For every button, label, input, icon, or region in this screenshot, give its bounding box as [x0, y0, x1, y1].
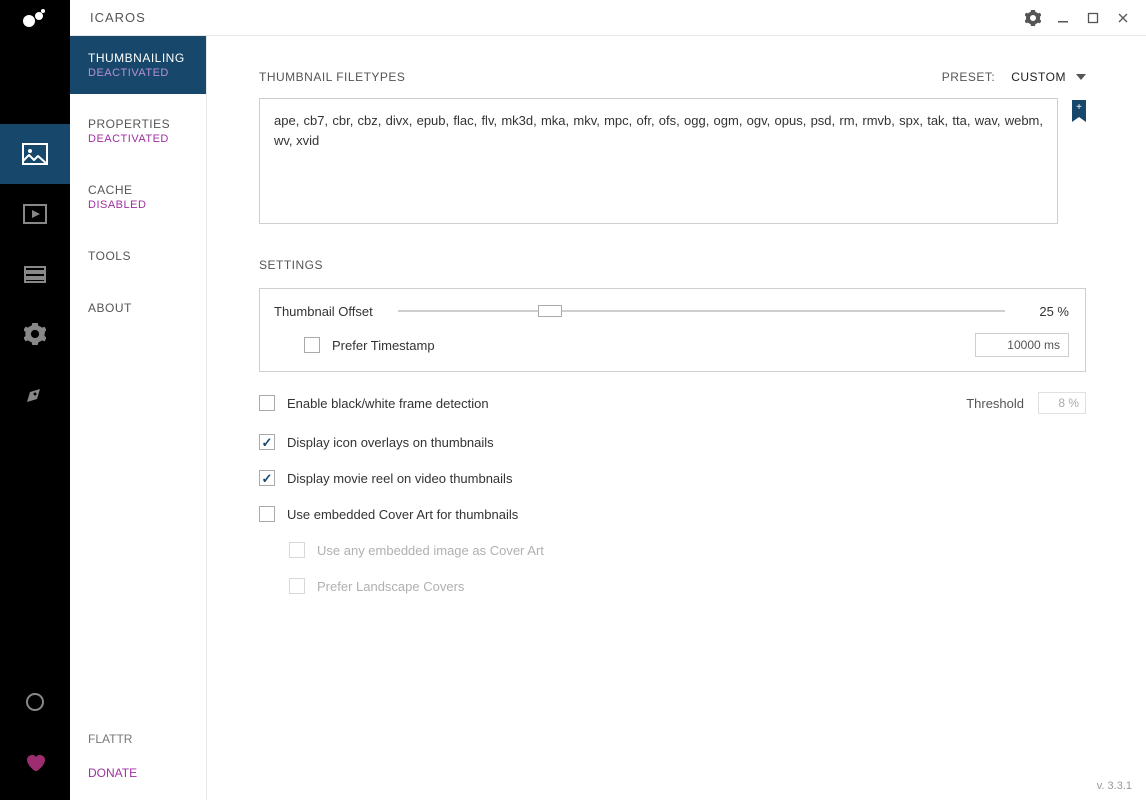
threshold-value: 8 %: [1038, 392, 1086, 414]
version-label: v. 3.3.1: [1097, 780, 1132, 792]
thumbnail-offset-slider[interactable]: [398, 303, 1005, 319]
any-image-label: Use any embedded image as Cover Art: [317, 543, 544, 558]
bw-detect-checkbox[interactable]: [259, 395, 275, 411]
prefer-timestamp-checkbox[interactable]: [304, 337, 320, 353]
any-image-checkbox: [289, 542, 305, 558]
iconbar-flattr-icon[interactable]: [0, 672, 70, 732]
bookmark-add-icon[interactable]: +: [1072, 100, 1086, 131]
sidebar-item-label: THUMBNAILING: [88, 51, 206, 65]
app-logo: [0, 0, 70, 36]
sidebar-item-thumbnailing[interactable]: THUMBNAILING DEACTIVATED: [70, 36, 206, 94]
close-button[interactable]: [1114, 9, 1132, 27]
movie-reel-checkbox[interactable]: [259, 470, 275, 486]
thumbnail-offset-label: Thumbnail Offset: [274, 304, 384, 319]
sidebar-item-tools[interactable]: TOOLS: [70, 241, 206, 271]
sidebar-link-flattr[interactable]: FLATTR: [70, 722, 206, 756]
preset-label: PRESET:: [942, 70, 996, 84]
filetypes-heading: THUMBNAIL FILETYPES: [259, 70, 405, 84]
landscape-checkbox: [289, 578, 305, 594]
landscape-label: Prefer Landscape Covers: [317, 579, 464, 594]
iconbar-cache-icon[interactable]: [0, 244, 70, 304]
threshold-label: Threshold: [966, 396, 1024, 411]
filetypes-textarea[interactable]: ape, cb7, cbr, cbz, divx, epub, flac, fl…: [259, 98, 1058, 224]
settings-heading: SETTINGS: [259, 258, 1086, 272]
iconbar-donate-icon[interactable]: [0, 732, 70, 792]
settings-panel: Thumbnail Offset 25 % Prefer Timestamp: [259, 288, 1086, 372]
sidebar-item-label: ABOUT: [88, 301, 206, 315]
icon-overlays-label: Display icon overlays on thumbnails: [287, 435, 494, 450]
sidebar-item-about[interactable]: ABOUT: [70, 293, 206, 323]
iconbar-thumbnailing-icon[interactable]: [0, 124, 70, 184]
sidebar-link-donate[interactable]: DONATE: [70, 756, 206, 790]
sidebar-item-label: PROPERTIES: [88, 117, 206, 131]
app-title: ICAROS: [70, 10, 146, 25]
maximize-button[interactable]: [1084, 9, 1102, 27]
sidebar-item-status: DISABLED: [88, 199, 206, 211]
cover-art-label: Use embedded Cover Art for thumbnails: [287, 507, 518, 522]
preset-value: CUSTOM: [1011, 70, 1066, 84]
titlebar: ICAROS: [0, 0, 1146, 36]
icon-overlays-checkbox[interactable]: [259, 434, 275, 450]
icon-sidebar: [0, 36, 70, 800]
iconbar-about-icon[interactable]: [0, 364, 70, 424]
settings-gear-icon[interactable]: [1024, 9, 1042, 27]
iconbar-tools-icon[interactable]: [0, 304, 70, 364]
main-content: THUMBNAIL FILETYPES PRESET: CUSTOM ape, …: [207, 36, 1146, 800]
prefer-timestamp-label: Prefer Timestamp: [332, 338, 435, 353]
svg-text:+: +: [1076, 102, 1082, 113]
cover-art-checkbox[interactable]: [259, 506, 275, 522]
chevron-down-icon: [1076, 74, 1086, 80]
movie-reel-label: Display movie reel on video thumbnails: [287, 471, 512, 486]
sidebar: THUMBNAILING DEACTIVATED PROPERTIES DEAC…: [70, 36, 207, 800]
sidebar-item-status: DEACTIVATED: [88, 133, 206, 145]
minimize-button[interactable]: [1054, 9, 1072, 27]
sidebar-item-label: CACHE: [88, 183, 206, 197]
timestamp-input[interactable]: [975, 333, 1069, 357]
sidebar-item-label: TOOLS: [88, 249, 206, 263]
sidebar-item-cache[interactable]: CACHE DISABLED: [70, 175, 206, 219]
preset-dropdown[interactable]: CUSTOM: [1011, 70, 1086, 84]
bw-detect-label: Enable black/white frame detection: [287, 396, 489, 411]
thumbnail-offset-value: 25 %: [1019, 304, 1069, 319]
sidebar-item-properties[interactable]: PROPERTIES DEACTIVATED: [70, 109, 206, 153]
iconbar-properties-icon[interactable]: [0, 184, 70, 244]
sidebar-item-status: DEACTIVATED: [88, 67, 206, 79]
